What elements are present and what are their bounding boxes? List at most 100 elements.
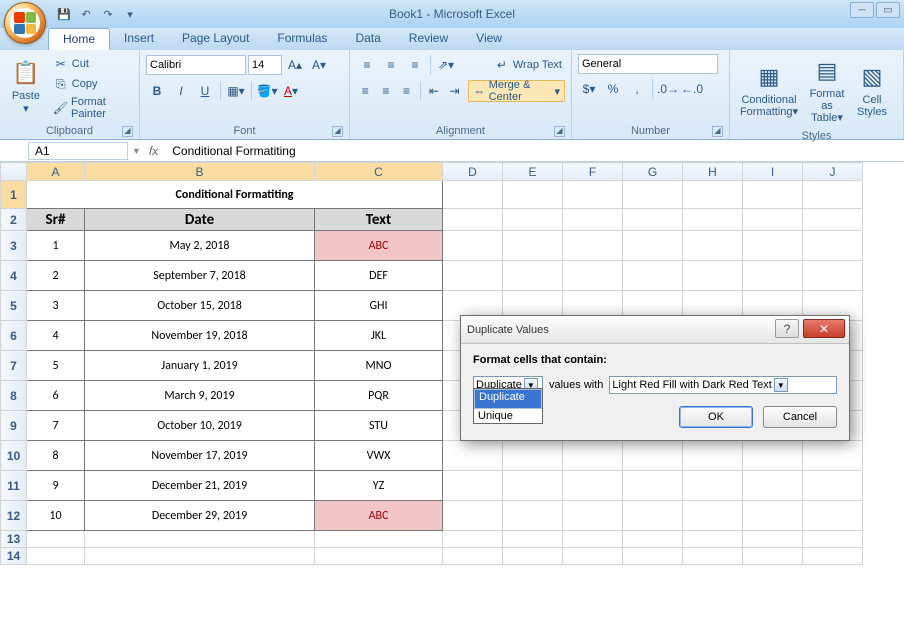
italic-button[interactable]: I [170,80,192,102]
cell-sr[interactable]: 7 [27,411,85,441]
accounting-format-button[interactable]: $▾ [578,78,600,100]
cell-empty[interactable] [623,501,683,531]
cell-empty[interactable] [443,548,503,565]
dropdown-option-duplicate[interactable]: Duplicate [474,389,542,409]
cell-empty[interactable] [683,261,743,291]
cell-empty[interactable] [443,209,503,231]
col-header-I[interactable]: I [743,163,803,181]
cell-empty[interactable] [85,531,315,548]
font-size-combo[interactable] [248,55,282,75]
fill-color-button[interactable]: 🪣▾ [256,80,278,102]
increase-indent-button[interactable]: ⇥ [445,80,464,102]
cell-sr[interactable]: 10 [27,501,85,531]
cell-empty[interactable] [503,501,563,531]
cell-empty[interactable] [563,441,623,471]
cell-date[interactable]: October 10, 2019 [85,411,315,441]
font-color-button[interactable]: A▾ [280,80,302,102]
cell-empty[interactable] [743,531,803,548]
cell-empty[interactable] [85,548,315,565]
grow-font-button[interactable]: A▴ [284,54,306,76]
clipboard-dialog-launcher[interactable]: ◢ [122,126,133,137]
cell-empty[interactable] [563,531,623,548]
align-left-button[interactable]: ≡ [356,80,375,102]
tab-review[interactable]: Review [395,28,462,50]
cell-date[interactable]: September 7, 2018 [85,261,315,291]
qat-customize-icon[interactable]: ▾ [121,5,139,23]
maximize-button[interactable]: ▭ [876,2,900,18]
cell-sr[interactable]: 1 [27,231,85,261]
cell-empty[interactable] [443,181,503,209]
font-dialog-launcher[interactable]: ◢ [332,126,343,137]
row-header-6[interactable]: 6 [1,321,27,351]
cell-empty[interactable] [683,501,743,531]
cell-empty[interactable] [443,501,503,531]
cell-empty[interactable] [683,548,743,565]
row-header-14[interactable]: 14 [1,548,27,565]
qat-save-icon[interactable]: 💾 [55,5,73,23]
cell-empty[interactable] [623,181,683,209]
cell-empty[interactable] [743,209,803,231]
cell-empty[interactable] [623,441,683,471]
cell-header-2[interactable]: Text [315,209,443,231]
cell-date[interactable]: March 9, 2019 [85,381,315,411]
cell-empty[interactable] [623,261,683,291]
row-header-8[interactable]: 8 [1,381,27,411]
cell-sr[interactable]: 8 [27,441,85,471]
cell-empty[interactable] [803,548,863,565]
format-style-combo[interactable]: Light Red Fill with Dark Red Text ▼ [609,376,837,394]
cell-empty[interactable] [27,548,85,565]
decrease-indent-button[interactable]: ⇤ [425,80,444,102]
cell-date[interactable]: May 2, 2018 [85,231,315,261]
cell-empty[interactable] [443,441,503,471]
row-header-10[interactable]: 10 [1,441,27,471]
cell-empty[interactable] [803,501,863,531]
dialog-close-button[interactable]: ✕ [803,319,845,338]
cell-empty[interactable] [503,209,563,231]
cell-empty[interactable] [803,231,863,261]
cell-title[interactable]: Conditional Formatiting [27,181,443,209]
col-header-F[interactable]: F [563,163,623,181]
cell-empty[interactable] [743,471,803,501]
name-box[interactable]: A1 [28,142,128,160]
row-header-7[interactable]: 7 [1,351,27,381]
cell-empty[interactable] [563,261,623,291]
orientation-button[interactable]: ⇗▾ [435,54,457,76]
row-header-2[interactable]: 2 [1,209,27,231]
merge-center-button[interactable]: ⇔Merge & Center ▾ [468,80,565,102]
cell-empty[interactable] [803,441,863,471]
dialog-help-button[interactable]: ? [775,319,799,338]
cell-text[interactable]: DEF [315,261,443,291]
cell-empty[interactable] [443,231,503,261]
fx-icon[interactable]: fx [141,144,166,158]
cell-empty[interactable] [563,231,623,261]
cell-empty[interactable] [503,231,563,261]
row-header-3[interactable]: 3 [1,231,27,261]
cell-empty[interactable] [623,209,683,231]
cell-empty[interactable] [683,441,743,471]
row-header-5[interactable]: 5 [1,291,27,321]
align-middle-button[interactable]: ≡ [380,54,402,76]
cell-text[interactable]: JKL [315,321,443,351]
row-header-13[interactable]: 13 [1,531,27,548]
cell-text[interactable]: ABC [315,231,443,261]
qat-undo-icon[interactable]: ↶ [77,5,95,23]
cell-sr[interactable]: 4 [27,321,85,351]
align-center-button[interactable]: ≡ [377,80,396,102]
cell-empty[interactable] [743,548,803,565]
paste-button[interactable]: 📋 Paste ▾ [6,52,46,121]
cell-date[interactable]: January 1, 2019 [85,351,315,381]
font-name-combo[interactable] [146,55,246,75]
cell-header-0[interactable]: Sr# [27,209,85,231]
cell-empty[interactable] [683,181,743,209]
tab-view[interactable]: View [462,28,516,50]
cell-empty[interactable] [683,471,743,501]
copy-button[interactable]: ⎘Copy [50,75,133,93]
formula-input[interactable]: Conditional Formatiting [166,143,904,159]
ok-button[interactable]: OK [679,406,753,428]
cell-empty[interactable] [503,441,563,471]
cell-empty[interactable] [563,548,623,565]
cell-date[interactable]: October 15, 2018 [85,291,315,321]
cell-empty[interactable] [27,531,85,548]
cell-date[interactable]: December 29, 2019 [85,501,315,531]
col-header-H[interactable]: H [683,163,743,181]
